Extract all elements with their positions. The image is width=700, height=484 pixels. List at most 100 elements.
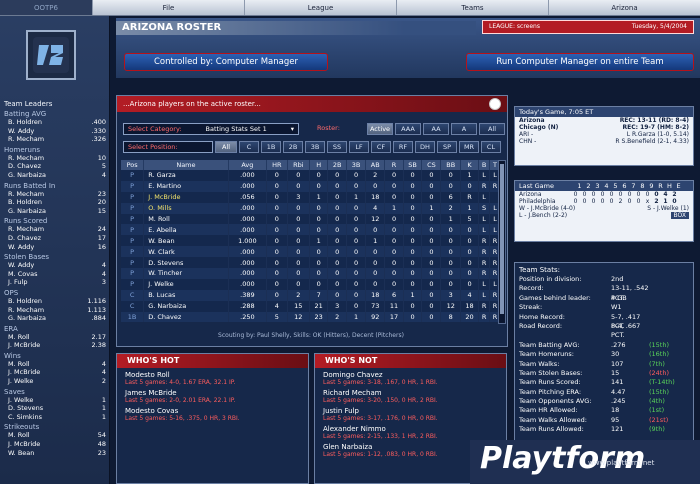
leader-row[interactable]: R. Mecham 10 <box>4 154 106 163</box>
leader-row[interactable]: J. McBride 48 <box>4 440 106 449</box>
position-tab-lf[interactable]: LF <box>349 141 369 153</box>
table-row[interactable]: P R. Garza .000 0 0 0 0 0 2 0 0 0 0 1 L L <box>121 170 501 181</box>
leader-row[interactable]: J. McBride 2.38 <box>4 341 106 350</box>
leader-row[interactable]: W. Addy 16 <box>4 243 106 252</box>
player-name[interactable]: E. Martino <box>143 180 229 192</box>
player-name[interactable]: D. Chavez <box>143 311 229 323</box>
player-name[interactable]: B. Lucas <box>143 289 229 301</box>
roster-scrollbar[interactable] <box>498 160 506 324</box>
leader-row[interactable]: R. Mecham .326 <box>4 135 106 144</box>
table-row[interactable]: P O. Mills .000 0 0 0 0 0 4 1 0 1 2 1 S L <box>121 202 501 214</box>
position-tab-2b[interactable]: 2B <box>283 141 303 153</box>
player-name[interactable]: O. Mills <box>143 202 229 214</box>
menu-arizona[interactable]: Arizona <box>548 0 700 15</box>
leader-row[interactable]: M. Roll 4 <box>4 360 106 369</box>
leader-row[interactable]: R. Mecham 23 <box>4 190 106 199</box>
table-row[interactable]: P M. Roll .000 0 0 0 0 0 12 0 0 0 1 5 L L <box>121 213 501 225</box>
leader-row[interactable]: R. Mecham 24 <box>4 225 106 234</box>
menu-teams[interactable]: Teams <box>396 0 548 15</box>
player-name[interactable]: R. Garza <box>143 170 229 181</box>
player-name[interactable]: W. Bean <box>143 235 229 247</box>
roster-tab-a[interactable]: A <box>451 123 477 135</box>
position-tab-cl[interactable]: CL <box>481 141 501 153</box>
run-computer-manager-button[interactable]: Run Computer Manager on entire Team <box>466 53 694 71</box>
leader-row[interactable]: D. Chavez 5 <box>4 162 106 171</box>
menu-file[interactable]: File <box>92 0 244 15</box>
leader-row[interactable]: G. Narbaiza .884 <box>4 314 106 323</box>
leader-row[interactable]: G. Narbaiza 4 <box>4 171 106 180</box>
scrollbar-thumb[interactable] <box>500 164 504 314</box>
table-row[interactable]: P W. Tincher .000 0 0 0 0 0 0 0 0 0 0 0 R R <box>121 268 501 279</box>
menu-league[interactable]: League <box>244 0 396 15</box>
player-name[interactable]: M. Roll <box>143 213 229 225</box>
table-row[interactable]: C B. Lucas .389 0 2 7 0 0 18 6 1 0 3 4 L R <box>121 289 501 301</box>
column-header[interactable]: BB <box>440 160 461 170</box>
leader-row[interactable]: D. Stevens 1 <box>4 404 106 413</box>
leader-row[interactable]: J. McBride 4 <box>4 368 106 377</box>
table-row[interactable]: P D. Stevens .000 0 0 0 0 0 0 0 0 0 0 0 R R <box>121 257 501 269</box>
column-header[interactable]: Pos <box>121 160 145 170</box>
hot-player-name[interactable]: Modesto Covas <box>117 407 308 415</box>
leader-row[interactable]: J. Welke 1 <box>4 396 106 405</box>
position-tab-ss[interactable]: SS <box>327 141 347 153</box>
player-name[interactable]: W. Tincher <box>143 268 229 279</box>
table-row[interactable]: P W. Clark .000 0 0 0 0 0 0 0 0 0 0 0 R R <box>121 246 501 258</box>
leader-row[interactable]: J. Fulp 3 <box>4 278 106 287</box>
leader-row[interactable]: D. Chavez 17 <box>4 234 106 243</box>
position-tab-c[interactable]: C <box>239 141 259 153</box>
leader-row[interactable]: B. Holdren 1.116 <box>4 297 106 306</box>
column-header[interactable]: R <box>384 160 404 170</box>
player-name[interactable]: E. Abella <box>143 224 229 236</box>
column-header[interactable]: Rbi <box>287 160 311 170</box>
leader-row[interactable]: W. Addy .330 <box>4 127 106 136</box>
table-row[interactable]: C G. Narbaiza .288 4 15 21 3 0 73 11 0 0 12 18 R R <box>121 300 501 312</box>
hot-player-name[interactable]: Domingo Chavez <box>315 371 506 379</box>
column-header[interactable]: Name <box>143 160 229 170</box>
column-header[interactable]: B <box>478 160 491 170</box>
hot-player-name[interactable]: James McBride <box>117 389 308 397</box>
roster-tab-aaa[interactable]: AAA <box>395 123 421 135</box>
position-tab-mr[interactable]: MR <box>459 141 479 153</box>
column-header[interactable]: CS <box>421 160 442 170</box>
controlled-by-button[interactable]: Controlled by: Computer Manager <box>124 53 328 71</box>
position-tab-cf[interactable]: CF <box>371 141 391 153</box>
position-tab-sp[interactable]: SP <box>437 141 457 153</box>
column-header[interactable]: 3B <box>346 160 366 170</box>
player-name[interactable]: J. McBride <box>143 191 229 203</box>
leader-row[interactable]: W. Addy 4 <box>4 261 106 270</box>
leader-row[interactable]: M. Covas 4 <box>4 270 106 279</box>
table-row[interactable]: P W. Bean 1.000 0 0 1 0 0 1 0 0 0 0 0 R R <box>121 235 501 247</box>
column-header[interactable]: Avg <box>228 160 268 170</box>
column-header[interactable]: AB <box>365 160 386 170</box>
hot-player-name[interactable]: Richard Mecham <box>315 389 506 397</box>
roster-tab-aa[interactable]: AA <box>423 123 449 135</box>
column-header[interactable]: K <box>460 160 480 170</box>
position-tab-all[interactable]: All <box>215 141 237 153</box>
roster-tab-all[interactable]: All <box>479 123 505 135</box>
position-tab-dh[interactable]: DH <box>415 141 435 153</box>
player-name[interactable]: G. Narbaiza <box>143 300 229 312</box>
column-header[interactable]: 2B <box>327 160 348 170</box>
leader-row[interactable]: M. Roll 2.17 <box>4 333 106 342</box>
leader-row[interactable]: J. Welke 2 <box>4 377 106 386</box>
player-name[interactable]: J. Welke <box>143 278 229 290</box>
leader-row[interactable]: B. Holdren 20 <box>4 198 106 207</box>
roster-tab-active[interactable]: Active <box>367 123 393 135</box>
box-score-button[interactable]: BOX <box>670 212 689 219</box>
leader-row[interactable]: C. Simkins 1 <box>4 413 106 422</box>
column-header[interactable]: HR <box>266 160 288 170</box>
table-row[interactable]: P E. Abella .000 0 0 0 0 0 0 0 0 0 0 0 L L <box>121 224 501 236</box>
table-row[interactable]: 1B D. Chavez .250 5 12 23 2 1 92 17 0 0 8 20 R R <box>121 311 501 323</box>
position-tab-rf[interactable]: RF <box>393 141 413 153</box>
leader-row[interactable]: G. Narbaiza 15 <box>4 207 106 216</box>
hot-player-name[interactable]: Alexander Nimmo <box>315 425 506 433</box>
app-logo-tab[interactable]: OOTP6 <box>0 0 92 15</box>
table-row[interactable]: P J. Welke .000 0 0 0 0 0 0 0 0 0 0 0 L L <box>121 278 501 290</box>
hot-player-name[interactable]: Modesto Roll <box>117 371 308 379</box>
column-header[interactable]: SB <box>403 160 423 170</box>
leader-row[interactable]: R. Mecham 1.113 <box>4 306 106 315</box>
position-tab-1b[interactable]: 1B <box>261 141 281 153</box>
leader-row[interactable]: B. Holdren .400 <box>4 118 106 127</box>
hot-player-name[interactable]: Justin Fulp <box>315 407 506 415</box>
leader-row[interactable]: W. Bean 23 <box>4 449 106 458</box>
